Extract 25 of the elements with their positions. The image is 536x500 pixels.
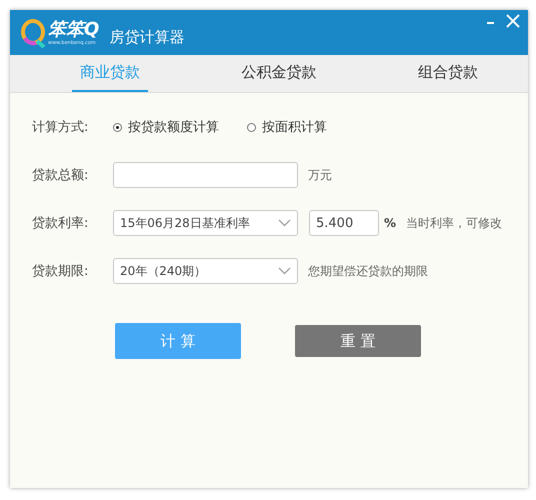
- reset-button[interactable]: 重 置: [295, 325, 421, 357]
- tab[interactable]: 组合贷款: [410, 55, 486, 92]
- amount-input[interactable]: [113, 162, 298, 188]
- field-label: 贷款利率:: [32, 215, 90, 232]
- rate-input[interactable]: 5.400: [309, 210, 379, 236]
- field-label: 贷款期限:: [32, 263, 90, 280]
- chevron-icon: [278, 219, 291, 227]
- hint-text: 当时利率，可修改: [406, 214, 502, 232]
- field-label: 计算方式:: [32, 119, 90, 136]
- radio-label[interactable]: 按贷款额度计算: [128, 118, 219, 136]
- hint-text: 您期望偿还贷款的期限: [308, 262, 428, 280]
- dropdown[interactable]: 20年（240期）: [113, 258, 298, 284]
- window-title: 房贷计算器: [109, 28, 184, 47]
- radio-button[interactable]: [247, 122, 256, 132]
- unit-label: 万元: [308, 166, 332, 184]
- dropdown[interactable]: 15年06月28日基准利率: [113, 210, 298, 236]
- tab[interactable]: 公积金贷款: [234, 55, 324, 92]
- logo-icon: [20, 18, 46, 48]
- radio-label[interactable]: 按面积计算: [262, 118, 327, 136]
- logo-name: 笨笨Q: [48, 20, 100, 40]
- radio-button[interactable]: [113, 122, 122, 132]
- chevron-icon: [278, 267, 291, 275]
- close-icon[interactable]: [506, 14, 520, 28]
- unit-label: %: [384, 216, 396, 230]
- field-label: 贷款总额:: [32, 167, 90, 184]
